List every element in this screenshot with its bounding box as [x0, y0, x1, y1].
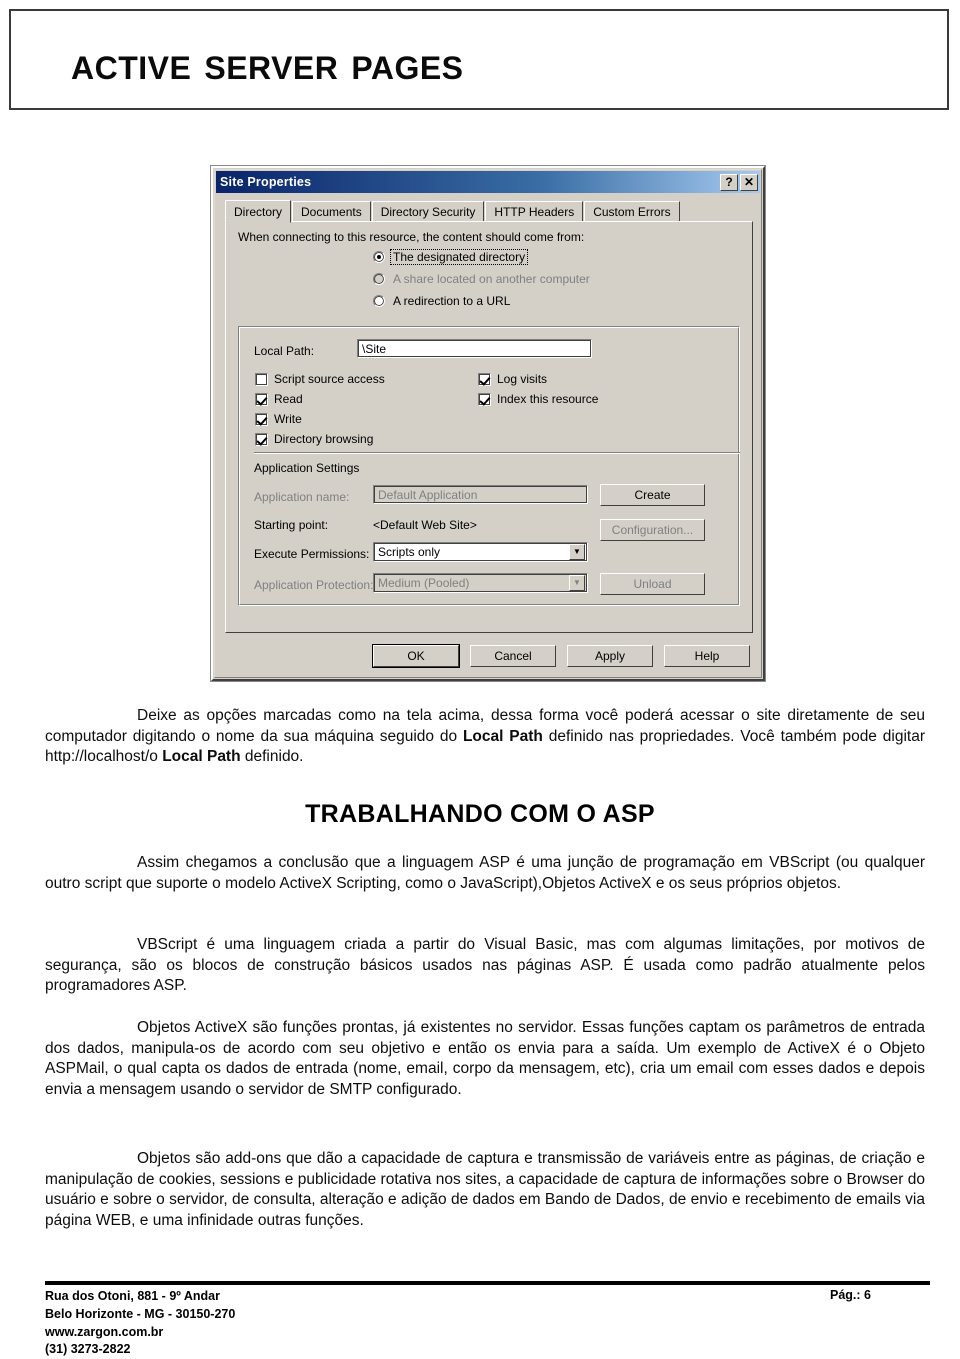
dialog-button-row: OK Cancel Apply Help	[213, 645, 763, 669]
application-name-input: Default Application	[373, 485, 588, 504]
tab-http-headers[interactable]: HTTP Headers	[485, 201, 584, 222]
application-name-label: Application name:	[254, 490, 350, 504]
create-button[interactable]: Create	[600, 484, 705, 506]
paragraph-4-text: Objetos são add-ons que dão a capacidade…	[45, 1150, 925, 1229]
checkbox-label-log-visits: Log visits	[497, 372, 548, 386]
tab-documents[interactable]: Documents	[292, 201, 371, 222]
application-protection-label: Application Protection:	[254, 578, 374, 592]
execute-permissions-label: Execute Permissions:	[254, 547, 370, 561]
ok-button[interactable]: OK	[373, 645, 459, 667]
execute-permissions-select[interactable]: Scripts only ▼	[373, 542, 588, 562]
checkbox-icon-checked	[478, 392, 491, 406]
tab-directory[interactable]: Directory	[225, 200, 292, 223]
execute-permissions-value: Scripts only	[378, 545, 441, 559]
paragraph-1: Assim chegamos a conclusão que a linguag…	[45, 853, 925, 894]
footer-page-number: Pág.: 6	[830, 1288, 871, 1302]
tab-directory-security[interactable]: Directory Security	[371, 201, 485, 222]
titlebar-buttons: ? ✕	[720, 173, 758, 191]
local-path-label: Local Path:	[254, 344, 315, 358]
radio-designated-directory[interactable]: The designated directory	[373, 249, 529, 265]
groupbox-inner: Local Path: \Site Script source access R…	[239, 327, 740, 605]
apply-button[interactable]: Apply	[567, 645, 653, 667]
checkbox-icon-checked	[255, 412, 268, 426]
checkbox-label-index-this-resource: Index this resource	[497, 392, 599, 406]
checkbox-icon-checked	[255, 432, 268, 446]
directory-settings-groupbox: Local Path: \Site Script source access R…	[238, 326, 740, 606]
dialog-titlebar: Site Properties ? ✕	[216, 171, 760, 193]
paragraph-1-text: Assim chegamos a conclusão que a linguag…	[45, 854, 925, 892]
chevron-down-icon[interactable]: ▼	[569, 544, 585, 560]
starting-point-value: <Default Web Site>	[373, 518, 477, 532]
checkbox-label-read: Read	[274, 392, 303, 406]
help-button[interactable]: Help	[664, 645, 750, 667]
configuration-button: Configuration...	[600, 519, 705, 541]
checkbox-label-write: Write	[274, 412, 302, 426]
paragraph-4: Objetos são add-ons que dão a capacidade…	[45, 1149, 925, 1231]
paragraph-3: Objetos ActiveX são funções prontas, já …	[45, 1018, 925, 1100]
radio-label-share-another-computer: A share located on another computer	[393, 272, 590, 286]
paragraph-2-text: VBScript é uma linguagem criada a partir…	[45, 936, 925, 995]
checkbox-icon-checked	[478, 372, 491, 386]
checkbox-script-source-access[interactable]: Script source access	[255, 372, 385, 386]
chevron-down-icon: ▼	[569, 575, 585, 591]
unload-button: Unload	[600, 573, 705, 595]
caption-bold-2: Local Path	[162, 748, 241, 766]
application-protection-select: Medium (Pooled) ▼	[373, 573, 588, 593]
radio-label-redirection-url: A redirection to a URL	[393, 294, 511, 308]
checkbox-write[interactable]: Write	[255, 412, 302, 426]
checkbox-icon-unchecked	[255, 372, 268, 386]
radio-redirection-url[interactable]: A redirection to a URL	[373, 294, 512, 308]
footer-website: www.zargon.com.br	[45, 1324, 164, 1339]
content-source-prompt: When connecting to this resource, the co…	[238, 230, 585, 244]
tab-custom-errors[interactable]: Custom Errors	[584, 201, 680, 222]
caption-bold-1: Local Path	[462, 727, 543, 745]
footer-divider	[45, 1281, 930, 1285]
cancel-button[interactable]: Cancel	[470, 645, 556, 667]
radio-icon-selected	[373, 251, 385, 263]
application-protection-value: Medium (Pooled)	[378, 576, 470, 590]
close-icon[interactable]: ✕	[740, 173, 758, 191]
radio-label-designated-directory: The designated directory	[389, 249, 529, 265]
footer-address: Rua dos Otoni, 881 - 9º Andar Belo Horiz…	[45, 1288, 235, 1359]
checkbox-icon-checked	[255, 392, 268, 406]
page-title-box: Active Server Pages	[9, 9, 949, 110]
starting-point-label: Starting point:	[254, 518, 329, 532]
groupbox-divider	[254, 452, 740, 454]
radio-share-another-computer: A share located on another computer	[373, 272, 592, 286]
checkbox-directory-browsing[interactable]: Directory browsing	[255, 432, 373, 446]
checkbox-label-directory-browsing: Directory browsing	[274, 432, 374, 446]
checkbox-index-this-resource[interactable]: Index this resource	[478, 392, 598, 406]
paragraph-3-text: Objetos ActiveX são funções prontas, já …	[45, 1019, 925, 1098]
application-name-value: Default Application	[378, 487, 478, 502]
paragraph-2: VBScript é uma linguagem criada a partir…	[45, 935, 925, 997]
local-path-value: \Site	[362, 341, 387, 356]
checkbox-log-visits[interactable]: Log visits	[478, 372, 547, 386]
local-path-input[interactable]: \Site	[357, 339, 592, 358]
footer-address-line2: Belo Horizonte - MG - 30150-270	[45, 1306, 236, 1321]
checkbox-label-script-source-access: Script source access	[274, 372, 385, 386]
checkbox-read[interactable]: Read	[255, 392, 303, 406]
application-settings-label: Application Settings	[254, 461, 360, 475]
dialog-tabstrip: Directory Documents Directory Security H…	[225, 200, 753, 223]
radio-icon-disabled	[373, 273, 385, 285]
caption-paragraph: Deixe as opções marcadas como na tela ac…	[45, 706, 925, 768]
footer-phone: (31) 3273-2822	[45, 1342, 131, 1357]
footer-address-line1: Rua dos Otoni, 881 - 9º Andar	[45, 1289, 220, 1303]
dialog-title: Site Properties	[220, 175, 312, 189]
section-heading: TRABALHANDO COM O ASP	[305, 800, 655, 828]
document-page: Active Server Pages Site Properties ? ✕ …	[0, 0, 960, 1356]
caption-text-3: definido.	[240, 748, 304, 766]
page-title: Active Server Pages	[71, 38, 464, 89]
tab-panel-directory: When connecting to this resource, the co…	[225, 221, 753, 633]
site-properties-dialog: Site Properties ? ✕ Directory Documents …	[211, 166, 765, 681]
help-icon[interactable]: ?	[720, 173, 738, 191]
radio-icon-unselected	[373, 295, 385, 307]
